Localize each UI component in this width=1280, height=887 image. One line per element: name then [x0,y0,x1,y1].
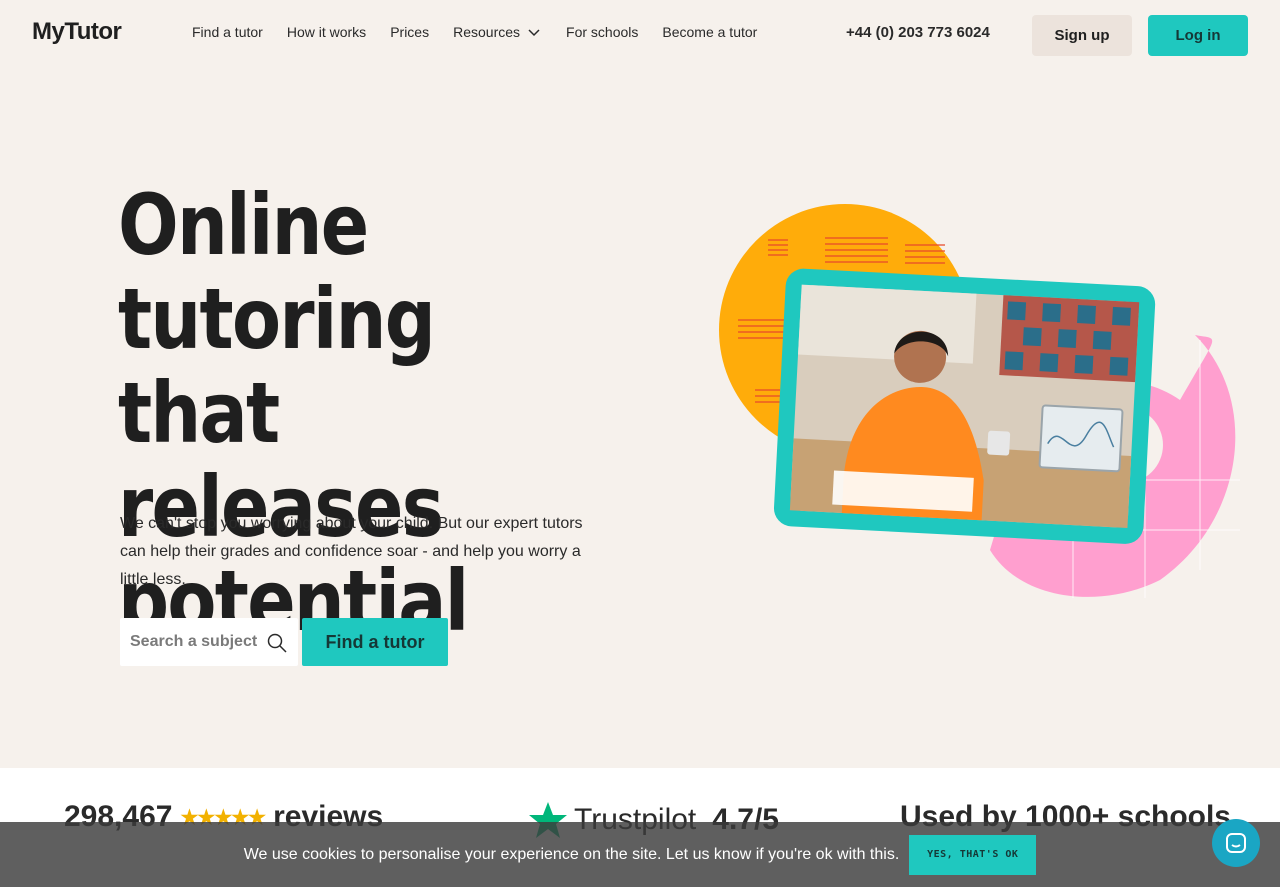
chevron-down-icon [528,29,540,37]
mug [987,430,1011,456]
log-in-button[interactable]: Log in [1148,15,1248,56]
cookie-text: We use cookies to personalise your exper… [243,845,900,863]
cookie-banner: We use cookies to personalise your exper… [0,822,1280,887]
logo[interactable]: MyTutor [32,18,122,46]
nav-find-tutor[interactable]: Find a tutor [192,24,263,40]
subject-search [120,618,298,666]
nav-resources[interactable]: Resources [453,24,542,40]
kitchen-cabinets [798,284,977,364]
search-icon[interactable] [266,632,288,654]
nav-become-tutor[interactable]: Become a tutor [662,24,757,40]
top-nav: MyTutor Find a tutor How it works Prices… [0,0,1280,70]
subject-search-input[interactable] [130,633,260,651]
sign-up-button[interactable]: Sign up [1032,15,1132,56]
nav-links: Find a tutor How it works Prices Resourc… [192,24,757,40]
nav-for-schools[interactable]: For schools [566,24,638,40]
photo-frame [773,268,1156,544]
nav-prices[interactable]: Prices [390,24,429,40]
hero-illustration [719,204,1240,598]
chat-icon [1226,833,1246,853]
find-tutor-button[interactable]: Find a tutor [302,618,448,666]
cookie-accept-button[interactable]: YES, THAT'S OK [909,834,1037,875]
hero-title-line: Online tutoring [118,176,436,368]
nav-resources-label: Resources [453,24,521,40]
phone-link[interactable]: +44 (0) 203 773 6024 [846,24,990,41]
chat-launcher-button[interactable] [1212,819,1260,867]
nav-how-it-works[interactable]: How it works [287,24,366,40]
hero-description: We can't stop you worrying about your ch… [120,515,583,588]
